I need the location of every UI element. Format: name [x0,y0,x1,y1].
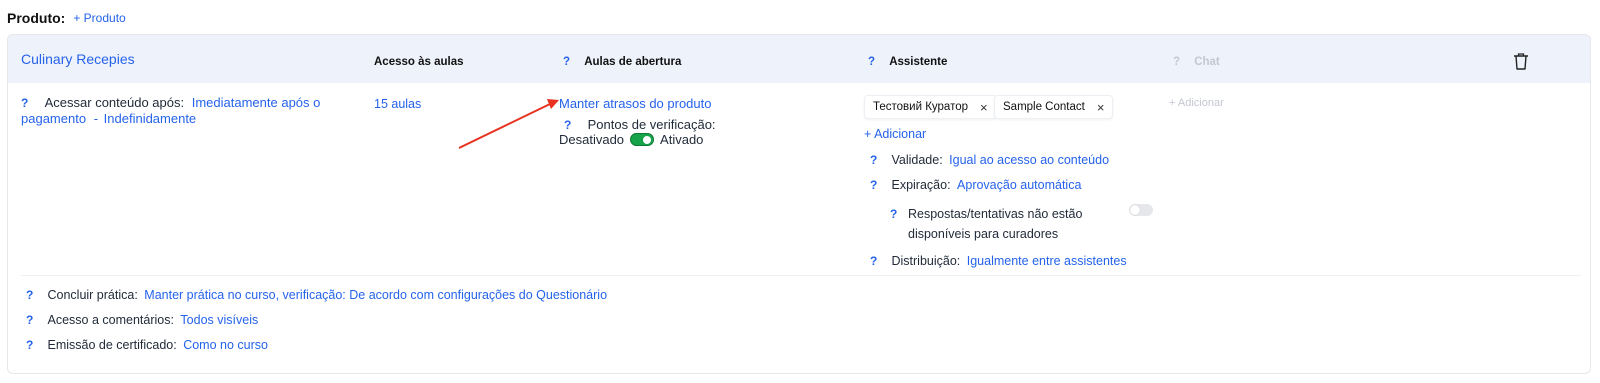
distribution-label: Distribuição: [891,254,961,268]
column-header-chat: ? Chat [1173,56,1220,68]
remove-assistant-icon[interactable]: × [1097,100,1105,115]
help-icon[interactable]: ? [563,56,577,68]
toggle-on-label: Ativado [660,132,704,147]
toggle-knob [1130,205,1140,215]
toggle-knob [643,136,652,144]
comments-setting: ? Acesso a comentários: Todos visíveis [26,313,258,327]
checkpoints-toggle-row: Desativado Ativado [559,132,703,147]
course-card: Culinary Recepies Acesso às aulas ? Aula… [7,34,1591,374]
remove-assistant-icon[interactable]: × [980,100,988,115]
product-bar: Produto: + Produto [7,9,126,27]
content-access-separator: - [93,111,99,126]
help-icon[interactable]: ? [870,254,884,268]
distribution-setting: ? Distribuição: Igualmente entre assiste… [870,254,1127,268]
content-access-label: Acessar conteúdo após: [44,95,185,110]
certificate-label: Emissão de certificado: [47,338,177,352]
help-icon[interactable]: ? [868,56,882,68]
responses-setting: ? Respostas/tentativas não estão disponí… [890,204,1130,244]
assistant-name: Sample Contact [1003,101,1085,113]
comments-label: Acesso a comentários: [47,313,174,327]
validity-setting: ? Validade: Igual ao acesso ao conteúdo [870,153,1109,167]
checkpoints-toggle[interactable] [630,133,655,146]
help-icon[interactable]: ? [26,288,40,302]
course-title[interactable]: Culinary Recepies [21,51,135,67]
checkpoints-label: Pontos de verificação: [587,117,716,132]
assistant-name: Тестовий Куратор [873,101,968,113]
content-access-setting: ? Acessar conteúdo após: Imediatamente a… [21,95,341,127]
expiration-value-link[interactable]: Aprovação automática [957,178,1081,192]
annotation-arrow [458,99,559,149]
column-header-assistant-label: Assistente [889,56,948,68]
assistant-chip: Sample Contact × [994,95,1114,119]
column-header-opening-label: Aulas de abertura [584,56,682,68]
help-icon[interactable]: ? [564,118,578,132]
help-icon[interactable]: ? [1173,56,1187,68]
add-product-link[interactable]: + Produto [73,11,125,25]
trash-icon[interactable] [1513,52,1529,70]
checkpoints-setting: ? Pontos de verificação: [564,117,716,132]
expiration-setting: ? Expiração: Aprovação automática [870,178,1081,192]
certificate-setting: ? Emissão de certificado: Como no curso [26,338,268,352]
certificate-value-link[interactable]: Como no curso [183,338,268,352]
help-icon[interactable]: ? [26,338,40,352]
expiration-label: Expiração: [891,178,951,192]
responses-toggle[interactable] [1129,204,1153,216]
add-chat-link[interactable]: + Adicionar [1169,97,1224,109]
toggle-off-label: Desativado [559,132,625,147]
lessons-count-link[interactable]: 15 aulas [374,97,421,111]
product-delays-link[interactable]: Manter atrasos do produto [559,96,711,111]
validity-label: Validade: [891,153,943,167]
product-label: Produto: [7,10,66,26]
assistant-chip: Тестовий Куратор × [864,95,997,119]
add-assistant-link[interactable]: + Adicionar [864,127,926,141]
comments-value-link[interactable]: Todos visíveis [180,313,258,327]
help-icon[interactable]: ? [890,204,908,244]
column-header-chat-label: Chat [1194,56,1220,68]
help-icon[interactable]: ? [21,95,35,111]
help-icon[interactable]: ? [870,153,884,167]
practice-label: Concluir prática: [47,288,138,302]
responses-label: Respostas/tentativas não estão disponíve… [908,207,1083,241]
practice-setting: ? Concluir prática: Manter prática no cu… [26,288,607,302]
distribution-value-link[interactable]: Igualmente entre assistentes [967,254,1127,268]
content-access-duration-link[interactable]: Indefinidamente [104,111,197,126]
validity-value-link[interactable]: Igual ao acesso ao conteúdo [949,153,1109,167]
column-header-access: Acesso às aulas [374,56,464,68]
divider [21,275,1581,276]
column-header-assistant: ? Assistente [868,56,947,68]
practice-value-link[interactable]: Manter prática no curso, verificação: De… [144,288,607,302]
help-icon[interactable]: ? [26,313,40,327]
column-header-opening: ? Aulas de abertura [563,56,681,68]
help-icon[interactable]: ? [870,178,884,192]
card-header: Culinary Recepies Acesso às aulas ? Aula… [8,35,1590,83]
